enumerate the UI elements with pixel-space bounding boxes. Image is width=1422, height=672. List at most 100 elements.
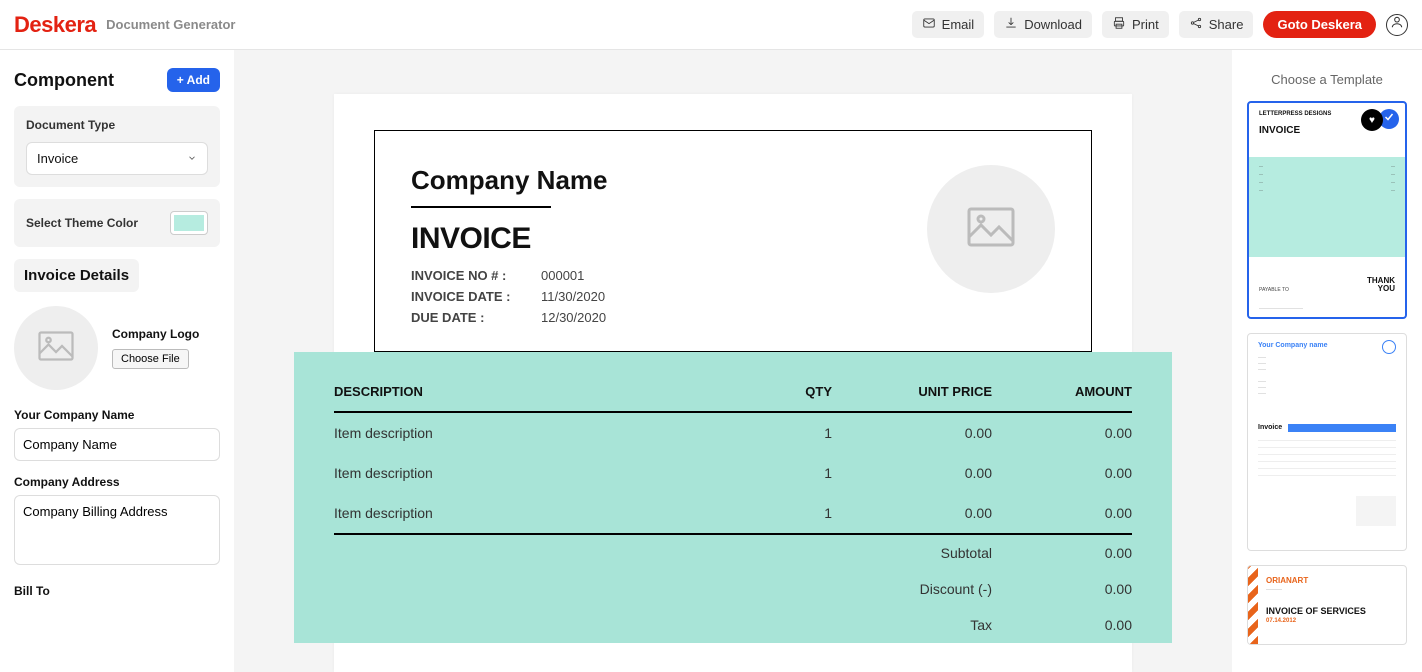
table-row: Item description 1 0.00 0.00 [334, 493, 1132, 534]
tax-value: 0.00 [992, 607, 1132, 643]
item-desc: Item description [334, 453, 742, 493]
print-button[interactable]: Print [1102, 11, 1169, 38]
share-button[interactable]: Share [1179, 11, 1254, 38]
invoice-date-label: INVOICE DATE : [411, 289, 521, 304]
print-icon [1112, 16, 1126, 33]
theme-color-swatch[interactable] [174, 215, 204, 231]
invoice-preview-area: Company Name INVOICE INVOICE NO # : 0000… [234, 50, 1232, 672]
item-amount: 0.00 [992, 453, 1132, 493]
due-date-label: DUE DATE : [411, 310, 521, 325]
invoice-no-value: 000001 [541, 268, 584, 283]
user-icon [1390, 15, 1404, 34]
discount-value: 0.00 [992, 571, 1132, 607]
brand-subtitle: Document Generator [106, 17, 235, 32]
subtotal-row: Subtotal 0.00 [334, 534, 1132, 571]
brand-logo: Deskera [14, 12, 96, 38]
mail-icon [922, 16, 936, 33]
component-title: Component [14, 70, 114, 91]
theme-color-panel: Select Theme Color [14, 199, 220, 247]
droplet-icon [1382, 340, 1396, 354]
invoice-details-heading: Invoice Details [14, 259, 139, 292]
template-thumb-3[interactable]: ORIANART ———— INVOICE OF SERVICES 07.14.… [1247, 565, 1407, 645]
tax-row: Tax 0.00 [334, 607, 1132, 643]
add-component-button[interactable]: + Add [167, 68, 220, 92]
item-qty: 1 [742, 412, 832, 453]
table-row: Item description 1 0.00 0.00 [334, 453, 1132, 493]
invoice-date-value: 11/30/2020 [541, 289, 605, 304]
user-account-button[interactable] [1386, 14, 1408, 36]
col-description: DESCRIPTION [334, 372, 742, 412]
theme-color-label: Select Theme Color [26, 216, 138, 230]
template-thumb-1[interactable]: LETTERPRESS DESIGNS INVOICE ♥ —— —— —— —… [1247, 101, 1407, 319]
email-label: Email [942, 17, 975, 32]
image-placeholder-icon [967, 207, 1015, 252]
item-amount: 0.00 [992, 412, 1132, 453]
subtotal-label: Subtotal [832, 534, 992, 571]
company-name-label: Your Company Name [14, 408, 220, 422]
invoice-title: INVOICE [411, 222, 608, 256]
choose-template-title: Choose a Template [1271, 72, 1383, 87]
email-button[interactable]: Email [912, 11, 985, 38]
choose-file-button[interactable]: Choose File [112, 349, 189, 369]
t1-letterpress: LETTERPRESS DESIGNS [1259, 111, 1331, 117]
download-icon [1004, 16, 1018, 33]
discount-label: Discount (-) [832, 571, 992, 607]
t3-title: INVOICE OF SERVICES [1266, 606, 1366, 616]
t3-brand: ORIANART [1266, 576, 1308, 585]
heart-badge-icon: ♥ [1361, 109, 1383, 131]
left-sidebar: Component + Add Document Type Invoice Se… [0, 50, 234, 672]
item-desc: Item description [334, 412, 742, 453]
download-button[interactable]: Download [994, 11, 1092, 38]
col-qty: QTY [742, 372, 832, 412]
invoice-company-name: Company Name [411, 165, 608, 196]
table-row: Item description 1 0.00 0.00 [334, 412, 1132, 453]
company-logo-label: Company Logo [112, 327, 199, 341]
t1-you: YOU [1367, 285, 1395, 293]
invoice-items-section: DESCRIPTION QTY UNIT PRICE AMOUNT Item d… [294, 352, 1172, 643]
share-icon [1189, 16, 1203, 33]
company-address-input[interactable] [14, 495, 220, 565]
document-type-value: Invoice [37, 151, 78, 166]
divider [411, 206, 551, 208]
tax-label: Tax [832, 607, 992, 643]
template-thumb-2[interactable]: Your Company name ———————————— Invoice [1247, 333, 1407, 551]
t3-date: 07.14.2012 [1266, 618, 1296, 624]
company-logo-row: Company Logo Choose File [14, 306, 220, 390]
theme-color-swatch-wrap [170, 211, 208, 235]
company-logo-placeholder [14, 306, 98, 390]
invoice-logo-placeholder [927, 165, 1055, 293]
item-price: 0.00 [832, 453, 992, 493]
bill-to-label: Bill To [14, 584, 220, 598]
t1-payable: PAYABLE TO [1259, 287, 1289, 293]
invoice-page[interactable]: Company Name INVOICE INVOICE NO # : 0000… [334, 94, 1132, 672]
template-sidebar: Choose a Template LETTERPRESS DESIGNS IN… [1232, 50, 1422, 672]
invoice-no-label: INVOICE NO # : [411, 268, 521, 283]
stripe-decoration [1248, 566, 1258, 644]
t2-invoice: Invoice [1258, 424, 1282, 431]
col-unit-price: UNIT PRICE [832, 372, 992, 412]
check-icon [1383, 110, 1395, 128]
goto-deskera-button[interactable]: Goto Deskera [1263, 11, 1376, 38]
company-name-input[interactable] [14, 428, 220, 461]
document-type-select[interactable]: Invoice [26, 142, 208, 175]
image-placeholder-icon [38, 331, 74, 366]
header-bar: Deskera Document Generator Email Downloa… [0, 0, 1422, 50]
discount-row: Discount (-) 0.00 [334, 571, 1132, 607]
item-price: 0.00 [832, 412, 992, 453]
t1-invoice: INVOICE [1259, 125, 1300, 136]
item-qty: 1 [742, 453, 832, 493]
chevron-down-icon [187, 151, 197, 166]
invoice-items-table: DESCRIPTION QTY UNIT PRICE AMOUNT Item d… [334, 372, 1132, 643]
item-amount: 0.00 [992, 493, 1132, 534]
col-amount: AMOUNT [992, 372, 1132, 412]
download-label: Download [1024, 17, 1082, 32]
due-date-value: 12/30/2020 [541, 310, 606, 325]
company-address-label: Company Address [14, 475, 220, 489]
item-desc: Item description [334, 493, 742, 534]
document-type-panel: Document Type Invoice [14, 106, 220, 187]
print-label: Print [1132, 17, 1159, 32]
item-price: 0.00 [832, 493, 992, 534]
document-type-label: Document Type [26, 118, 208, 132]
t2-company: Your Company name [1258, 342, 1328, 349]
subtotal-value: 0.00 [992, 534, 1132, 571]
